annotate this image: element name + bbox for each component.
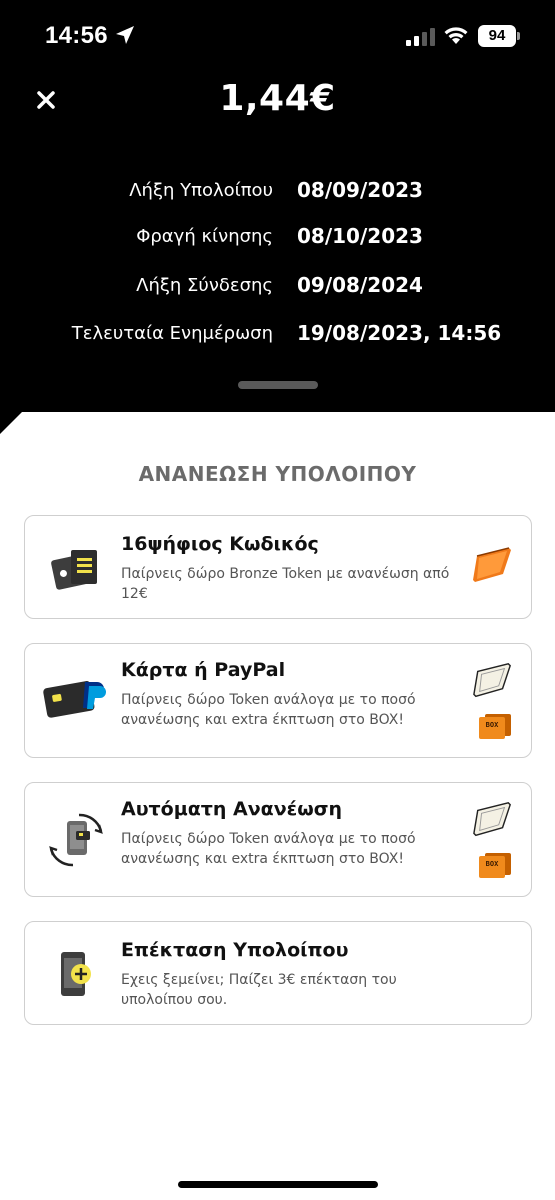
box-icon: BOX — [477, 851, 513, 879]
info-row: Λήξη Υπολοίπου 08/09/2023 — [0, 178, 555, 210]
auto-renew-phone-icon — [49, 813, 103, 867]
info-row: Λήξη Σύνδεσης 09/08/2024 — [0, 273, 555, 305]
card-title: Κάρτα ή PayPal — [121, 659, 286, 681]
drag-handle[interactable] — [238, 381, 318, 389]
card-title: 16ψήφιος Κωδικός — [121, 533, 319, 555]
home-indicator — [178, 1181, 378, 1188]
section-title: ΑΝΑΝΕΩΣΗ ΥΠΟΛΟΙΠΟΥ — [138, 462, 417, 486]
info-label: Λήξη Σύνδεσης — [136, 275, 273, 296]
info-value: 08/09/2023 — [297, 178, 423, 202]
info-label: Φραγή κίνησης — [136, 226, 273, 247]
balance-header: 14:56 94 1,44€ Λήξη Υπολοίπου 08/09/2023 — [0, 0, 555, 440]
phone-plus-icon — [61, 952, 91, 996]
info-value: 09/08/2024 — [297, 273, 423, 297]
card-title: Επέκταση Υπολοίπου — [121, 939, 349, 961]
box-text: BOX — [486, 860, 499, 868]
cellular-signal-icon — [406, 28, 435, 46]
info-label: Τελευταία Ενημέρωση — [71, 323, 273, 344]
card-desc: Παίρνεις δώρο Token ανάλογα με το ποσό α… — [121, 692, 416, 728]
wifi-icon — [444, 27, 468, 44]
status-time: 14:56 — [45, 22, 108, 49]
renew-option-card-paypal[interactable]: Κάρτα ή PayPal Παίρνεις δώρο Token ανάλο… — [24, 643, 532, 758]
location-arrow-icon — [116, 26, 134, 44]
box-icon: BOX — [477, 712, 513, 740]
card-desc: Παίρνεις δώρο Bronze Token με ανανέωση α… — [121, 566, 450, 602]
info-label: Λήξη Υπολοίπου — [129, 180, 273, 201]
voucher-code-icon — [51, 550, 97, 590]
battery-icon: 94 — [478, 25, 516, 47]
renew-option-extend-balance[interactable]: Επέκταση Υπολοίπου Εχεις ξεμείνει; Παίζε… — [24, 921, 532, 1025]
box-text: BOX — [486, 721, 499, 729]
bronze-token-icon — [473, 547, 511, 582]
card-paypal-icon — [43, 681, 106, 718]
balance-amount: 1,44€ — [219, 78, 336, 119]
battery-nub — [517, 32, 520, 40]
battery-level: 94 — [488, 27, 506, 44]
token-icon — [473, 663, 512, 698]
status-bar: 14:56 94 — [0, 0, 555, 72]
info-row: Τελευταία Ενημέρωση 19/08/2023, 14:56 — [0, 321, 555, 353]
info-row: Φραγή κίνησης 08/10/2023 — [0, 224, 555, 256]
card-desc: Παίρνεις δώρο Token ανάλογα με το ποσό α… — [121, 831, 416, 867]
info-value: 19/08/2023, 14:56 — [297, 321, 502, 345]
renew-option-auto-renew[interactable]: Αυτόματη Ανανέωση Παίρνεις δώρο Token αν… — [24, 782, 532, 897]
token-icon — [473, 802, 512, 837]
renew-option-voucher-card[interactable]: 16ψήφιος Κωδικός Παίρνεις δώρο Bronze To… — [24, 515, 532, 619]
info-value: 08/10/2023 — [297, 224, 423, 248]
card-desc: Εχεις ξεμείνει; Παίζει 3€ επέκταση του υ… — [121, 972, 397, 1008]
card-title: Αυτόματη Ανανέωση — [121, 798, 343, 820]
